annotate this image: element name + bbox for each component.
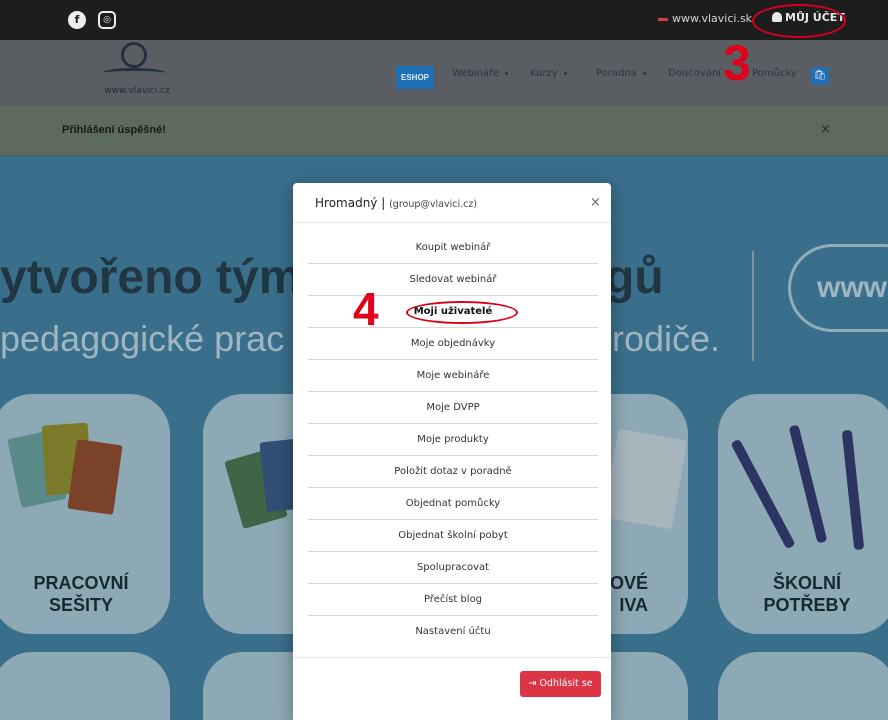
menu-item-watch-webinar[interactable]: Sledovat webinář <box>308 264 598 296</box>
menu-item-buy-webinar[interactable]: Koupit webinář <box>308 232 598 264</box>
modal-close-icon[interactable]: × <box>590 195 601 210</box>
menu-item-cooperate[interactable]: Spolupracovat <box>308 552 598 584</box>
modal-header: Hromadný | (group@vlavici.cz) × <box>293 183 611 223</box>
modal-title-separator: | <box>377 196 390 210</box>
menu-item-order-school-stay[interactable]: Objednat školní pobyt <box>308 520 598 552</box>
logout-icon: ⇥ <box>528 678 537 689</box>
menu-item-my-users[interactable]: Moji uživatelé <box>308 296 598 328</box>
account-menu-list: Koupit webinář Sledovat webinář Moji uži… <box>293 232 611 648</box>
menu-item-my-products[interactable]: Moje produkty <box>308 424 598 456</box>
menu-item-order-aids[interactable]: Objednat pomůcky <box>308 488 598 520</box>
menu-item-read-blog[interactable]: Přečíst blog <box>308 584 598 616</box>
logout-label: Odhlásit se <box>539 678 593 689</box>
modal-title-name: Hromadný <box>315 196 378 210</box>
logout-button[interactable]: ⇥ Odhlásit se <box>520 671 601 697</box>
annotation-circle-my-users <box>406 301 518 324</box>
modal-title-email: (group@vlavici.cz) <box>389 199 478 210</box>
modal-footer: ⇥ Odhlásit se <box>293 657 611 720</box>
menu-item-my-dvpp[interactable]: Moje DVPP <box>308 392 598 424</box>
menu-item-ask-question[interactable]: Položit dotaz v poradně <box>308 456 598 488</box>
modal-title: Hromadný | (group@vlavici.cz) <box>315 196 477 210</box>
menu-item-my-orders[interactable]: Moje objednávky <box>308 328 598 360</box>
menu-item-account-settings[interactable]: Nastavení účtu <box>308 616 598 648</box>
menu-item-my-webinars[interactable]: Moje webináře <box>308 360 598 392</box>
annotation-step-4: 4 <box>353 283 379 335</box>
account-menu-modal: Hromadný | (group@vlavici.cz) × Koupit w… <box>293 183 611 720</box>
